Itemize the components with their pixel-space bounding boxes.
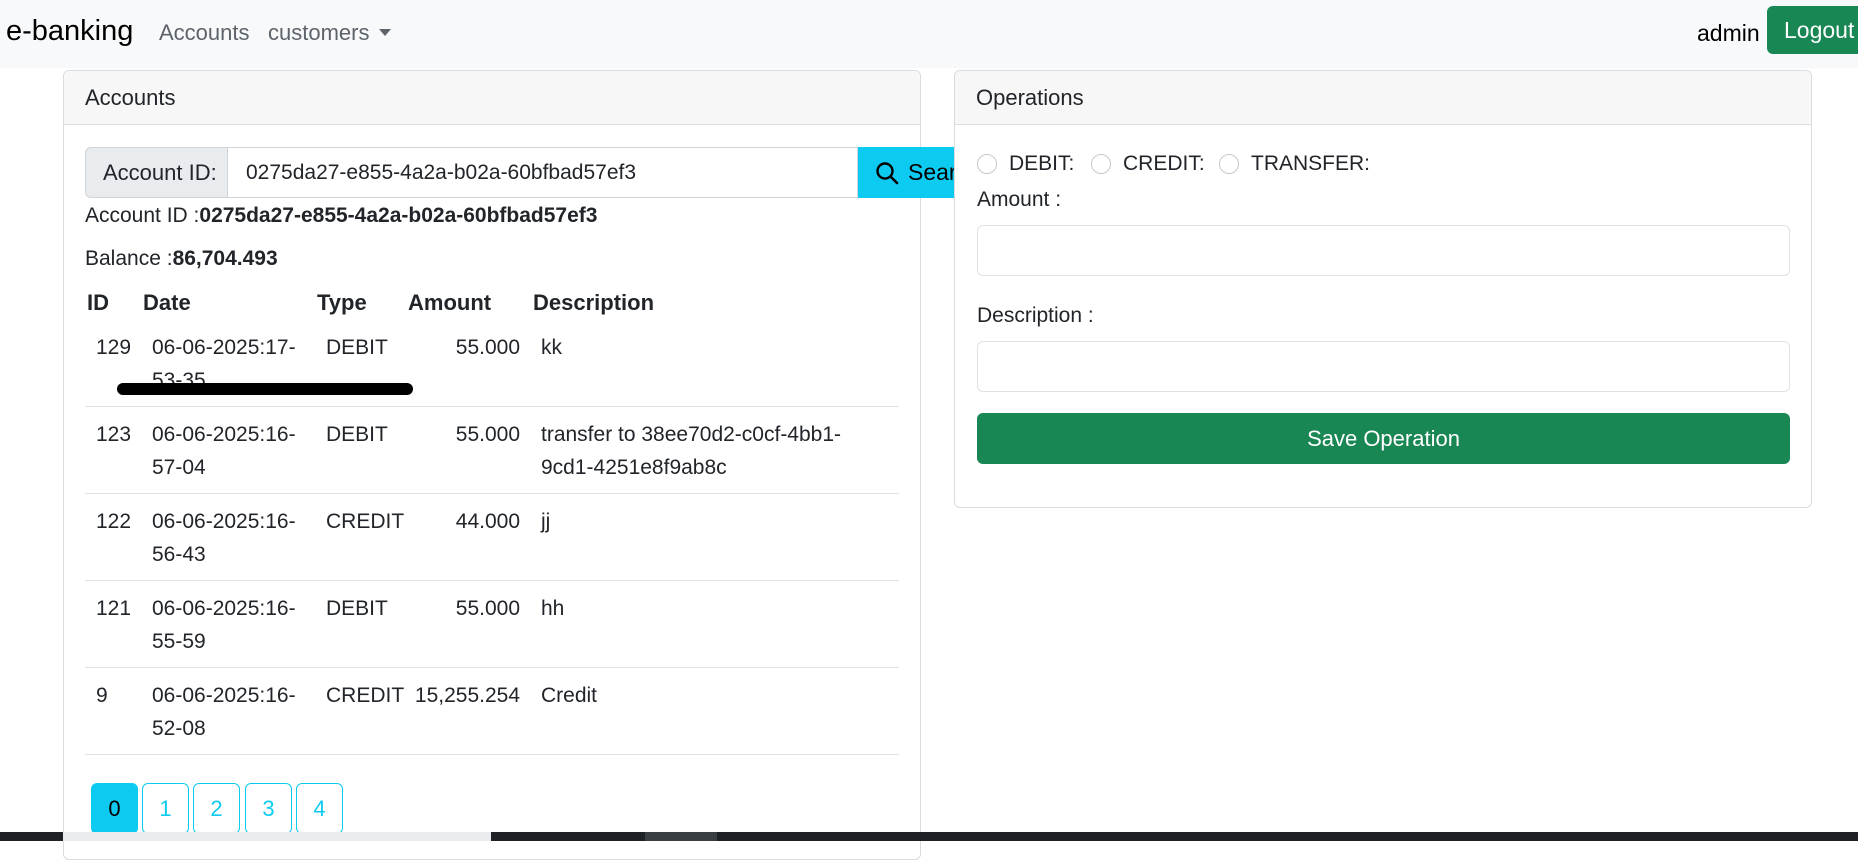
- cell-date: 06-06-2025:16-: [152, 597, 296, 620]
- cell-date-cont: 57-04: [152, 456, 206, 479]
- column-header-amount: Amount: [408, 290, 492, 315]
- horizontal-scrollbar-track[interactable]: [63, 832, 491, 841]
- row-divider: [85, 667, 899, 668]
- cell-description: transfer to 38ee70d2-c0cf-4bb1-: [541, 423, 842, 446]
- account-id-display-value: 0275da27-e855-4a2a-b02a-60bfbad57ef3: [199, 204, 598, 227]
- logout-button[interactable]: Logout: [1767, 6, 1858, 54]
- cell-description: jj: [541, 510, 551, 533]
- cell-amount: 15,255.254: [414, 684, 520, 707]
- page-button-4[interactable]: 4: [296, 783, 343, 834]
- cell-date: 06-06-2025:16-: [152, 423, 296, 446]
- account-search-group: Account ID: Search: [85, 147, 984, 198]
- cell-id: 129: [96, 336, 132, 359]
- account-id-display: Account ID :0275da27-e855-4a2a-b02a-60bf…: [85, 204, 597, 228]
- horizontal-scrollbar-thumb[interactable]: [645, 832, 717, 841]
- cell-id: 122: [96, 510, 132, 533]
- search-icon: [876, 162, 899, 185]
- brand-link[interactable]: e-banking: [6, 15, 133, 48]
- cell-type: CREDIT: [326, 510, 405, 533]
- row-divider: [85, 493, 899, 494]
- cell-description: kk: [541, 336, 562, 359]
- column-header-id: ID: [87, 290, 109, 315]
- radio-transfer-label: TRANSFER:: [1251, 152, 1371, 175]
- page-button-2[interactable]: 2: [193, 783, 240, 834]
- chevron-down-icon: [379, 28, 392, 36]
- description-label: Description :: [977, 304, 1094, 327]
- operations-card-header: Operations: [955, 71, 1811, 125]
- cell-description: hh: [541, 597, 565, 620]
- account-id-input-label: Account ID:: [85, 147, 228, 198]
- radio-transfer[interactable]: [1219, 154, 1239, 174]
- page-button-1[interactable]: 1: [142, 783, 189, 834]
- page-button-0[interactable]: 0: [91, 783, 138, 834]
- cell-description-cont: 9cd1-4251e8f9ab8c: [541, 456, 727, 479]
- cell-amount: 44.000: [455, 510, 520, 533]
- nav-dropdown-customers-label: customers: [268, 20, 370, 45]
- column-header-description: Description: [533, 290, 655, 315]
- description-input[interactable]: [977, 341, 1790, 392]
- account-id-input[interactable]: [227, 147, 858, 198]
- account-id-display-label: Account ID :: [85, 204, 200, 227]
- balance-value: 86,704.493: [172, 247, 278, 270]
- balance-display: Balance :86,704.493: [85, 247, 278, 271]
- cell-description: Credit: [541, 684, 598, 707]
- nav-dropdown-customers[interactable]: customers: [268, 20, 392, 46]
- cell-date: 06-06-2025:16-: [152, 684, 296, 707]
- radio-credit[interactable]: [1091, 154, 1111, 174]
- cell-date-cont: 55-59: [152, 630, 206, 653]
- amount-label: Amount :: [977, 188, 1062, 211]
- nav-link-accounts[interactable]: Accounts: [159, 20, 250, 46]
- cell-id: 9: [96, 684, 108, 707]
- save-operation-button[interactable]: Save Operation: [977, 413, 1790, 464]
- radio-debit-label: DEBIT:: [1009, 152, 1075, 175]
- cell-type: DEBIT: [326, 336, 388, 359]
- row-divider: [85, 580, 899, 581]
- cell-date-cont: 56-43: [152, 543, 206, 566]
- amount-input[interactable]: [977, 225, 1790, 276]
- row-divider: [85, 754, 899, 755]
- cell-date-cont: 52-08: [152, 717, 206, 740]
- cell-type: DEBIT: [326, 423, 388, 446]
- redaction-mark: [117, 383, 413, 395]
- accounts-card-header: Accounts: [64, 71, 920, 125]
- page-button-3[interactable]: 3: [245, 783, 292, 834]
- cell-date: 06-06-2025:17-: [152, 336, 296, 359]
- column-header-type: Type: [317, 290, 367, 315]
- cell-id: 123: [96, 423, 132, 446]
- cell-id: 121: [96, 597, 132, 620]
- row-divider: [85, 406, 899, 407]
- cell-date: 06-06-2025:16-: [152, 510, 296, 533]
- navbar: e-banking Accounts customers admin Logou…: [0, 0, 1858, 68]
- cell-amount: 55.000: [455, 336, 520, 359]
- radio-debit[interactable]: [977, 154, 997, 174]
- cell-type: DEBIT: [326, 597, 388, 620]
- radio-credit-label: CREDIT:: [1123, 152, 1205, 175]
- cell-type: CREDIT: [326, 684, 405, 707]
- cell-amount: 55.000: [455, 423, 520, 446]
- username-label: admin: [1697, 20, 1760, 46]
- balance-label: Balance :: [85, 247, 173, 270]
- cell-amount: 55.000: [455, 597, 520, 620]
- column-header-date: Date: [143, 290, 191, 315]
